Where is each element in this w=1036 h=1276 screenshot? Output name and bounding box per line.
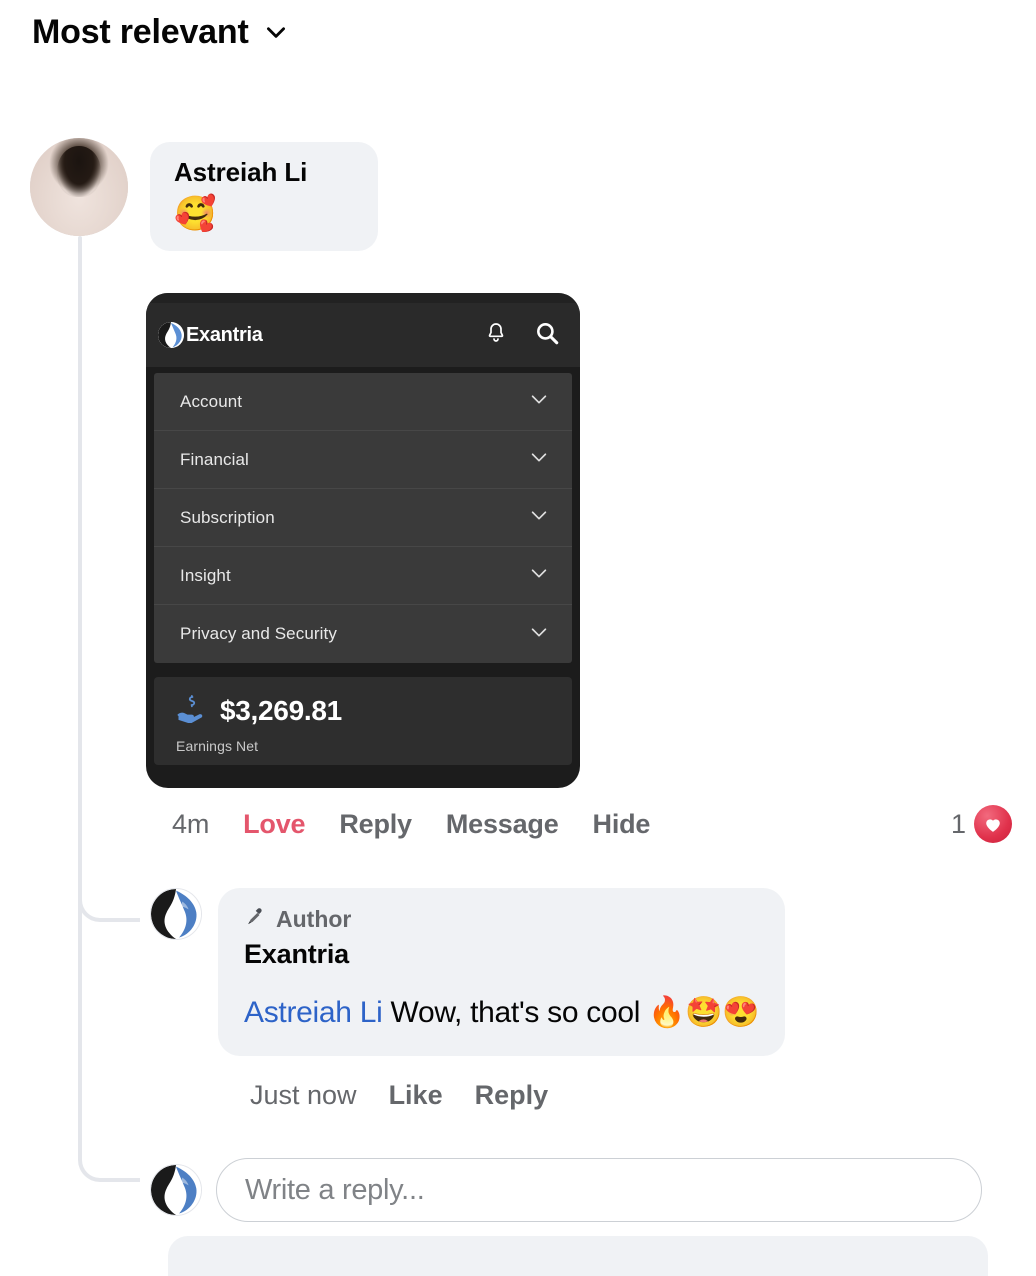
reply-body-text: Wow, that's so cool 🔥🤩😍 bbox=[382, 996, 760, 1030]
thread-connector-elbow-composer bbox=[78, 1136, 140, 1182]
avatar[interactable] bbox=[150, 888, 202, 940]
menu-item-label: Privacy and Security bbox=[180, 624, 337, 643]
reply-action-row: Just now Like Reply bbox=[250, 1080, 548, 1111]
reply-button[interactable]: Reply bbox=[339, 809, 412, 840]
microphone-icon bbox=[244, 906, 266, 933]
attachment-earnings-card[interactable]: $3,269.81 Earnings Net bbox=[154, 677, 572, 765]
chevron-down-icon[interactable] bbox=[528, 621, 550, 648]
thread-connector-line bbox=[78, 236, 82, 1158]
attachment-brand: Exantria bbox=[158, 322, 476, 348]
attachment-app-header: Exantria bbox=[146, 303, 580, 367]
attachment-menu-item-insight[interactable]: Insight bbox=[154, 547, 572, 605]
user-photo-avatar bbox=[30, 138, 128, 236]
reply-reply-button[interactable]: Reply bbox=[475, 1080, 549, 1111]
comment-author-name[interactable]: Astreiah Li bbox=[174, 156, 354, 189]
thread-connector-elbow-reply bbox=[78, 876, 140, 922]
comment-timestamp: 4m bbox=[172, 808, 210, 839]
reply-input[interactable]: Write a reply... bbox=[216, 1158, 982, 1222]
earnings-label: Earnings Net bbox=[176, 738, 259, 754]
reply-composer: Write a reply... bbox=[150, 1158, 982, 1222]
author-badge: Author bbox=[244, 906, 759, 933]
avatar[interactable] bbox=[30, 138, 128, 236]
author-badge-label: Author bbox=[276, 906, 352, 932]
bell-icon[interactable] bbox=[484, 321, 508, 350]
reaction-count: 1 bbox=[950, 808, 966, 839]
next-comment-peek bbox=[168, 1236, 988, 1276]
hide-button[interactable]: Hide bbox=[593, 809, 651, 840]
attached-screenshot[interactable]: Exantria Account Financial Subscription … bbox=[146, 293, 580, 788]
sort-selector[interactable]: Most relevant bbox=[0, 0, 1036, 50]
attachment-menu-item-subscription[interactable]: Subscription bbox=[154, 489, 572, 547]
reply-input-placeholder: Write a reply... bbox=[245, 1173, 425, 1206]
comment-action-row: 4m Love Reply Message Hide 1 bbox=[172, 805, 1012, 843]
search-icon[interactable] bbox=[534, 320, 560, 351]
attachment-statusbar bbox=[146, 293, 580, 303]
comment-bubble: Astreiah Li 🥰 bbox=[150, 142, 378, 251]
comment-body-emoji: 🥰 bbox=[174, 194, 217, 233]
chevron-down-icon[interactable] bbox=[528, 504, 550, 531]
menu-item-label: Insight bbox=[180, 565, 231, 585]
message-button[interactable]: Message bbox=[446, 809, 559, 840]
attachment-menu-item-privacy-and-security[interactable]: Privacy and Security bbox=[154, 605, 572, 663]
attachment-settings-list: Account Financial Subscription Insight P… bbox=[154, 373, 572, 663]
comment-bubble-wrapper: Astreiah Li 🥰 bbox=[150, 142, 378, 251]
reply-comment: Author Exantria Astreiah Li Wow, that's … bbox=[150, 888, 786, 1056]
earnings-amount: $3,269.81 bbox=[220, 694, 342, 726]
menu-item-label: Account bbox=[180, 391, 243, 411]
reply-body: Astreiah Li Wow, that's so cool 🔥🤩😍 bbox=[244, 994, 760, 1032]
reaction-summary[interactable]: 1 bbox=[951, 805, 1012, 843]
attachment-brand-name: Exantria bbox=[186, 323, 263, 346]
reply-like-button[interactable]: Like bbox=[389, 1080, 443, 1111]
reply-author-name[interactable]: Exantria bbox=[244, 937, 759, 972]
earnings-amount-row: $3,269.81 bbox=[176, 693, 572, 728]
menu-item-label: Financial bbox=[180, 449, 249, 469]
avatar[interactable] bbox=[150, 1164, 202, 1216]
sort-label: Most relevant bbox=[32, 13, 249, 51]
mention-link[interactable]: Astreiah Li bbox=[244, 996, 383, 1029]
attachment-header-icons bbox=[484, 320, 560, 351]
hand-holding-dollar-icon bbox=[176, 693, 206, 728]
chevron-down-icon[interactable] bbox=[263, 19, 289, 45]
chevron-down-icon[interactable] bbox=[528, 446, 550, 473]
attachment-menu-item-financial[interactable]: Financial bbox=[154, 431, 572, 489]
chevron-down-icon[interactable] bbox=[528, 562, 550, 589]
reply-bubble: Author Exantria Astreiah Li Wow, that's … bbox=[218, 888, 786, 1056]
react-love-button[interactable]: Love bbox=[243, 809, 305, 840]
reply-timestamp: Just now bbox=[250, 1080, 357, 1110]
chevron-down-icon[interactable] bbox=[528, 388, 550, 415]
heart-reaction-icon bbox=[974, 805, 1012, 843]
dragon-globe-logo-icon bbox=[158, 322, 184, 348]
attachment-menu-item-account[interactable]: Account bbox=[154, 373, 572, 431]
menu-item-label: Subscription bbox=[180, 507, 275, 527]
